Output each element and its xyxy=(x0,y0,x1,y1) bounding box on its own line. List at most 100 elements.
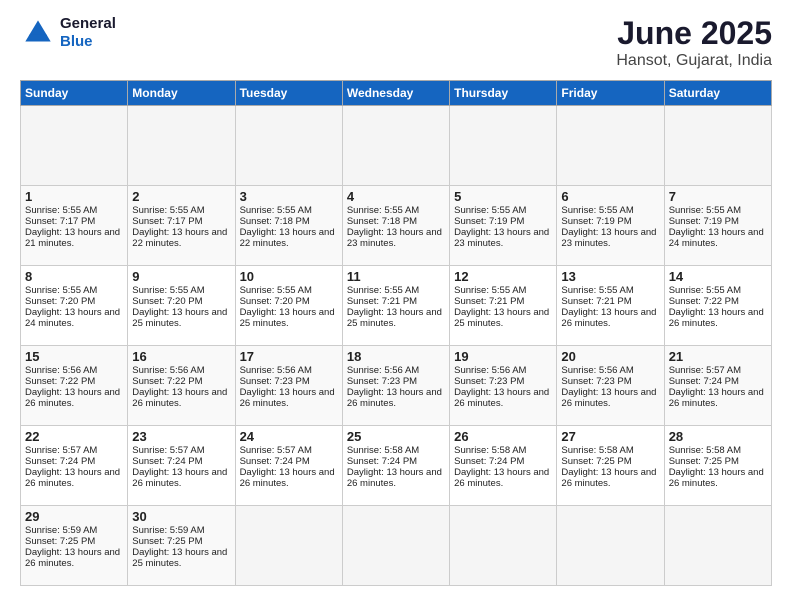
day-info: Sunrise: 5:56 AMSunset: 7:22 PMDaylight:… xyxy=(25,365,120,409)
day-number: 20 xyxy=(561,349,659,364)
day-cell: 19Sunrise: 5:56 AMSunset: 7:23 PMDayligh… xyxy=(450,346,557,426)
day-cell: 2Sunrise: 5:55 AMSunset: 7:17 PMDaylight… xyxy=(128,186,235,266)
day-number: 5 xyxy=(454,189,552,204)
day-cell: 10Sunrise: 5:55 AMSunset: 7:20 PMDayligh… xyxy=(235,266,342,346)
day-header-monday: Monday xyxy=(128,81,235,106)
day-number: 29 xyxy=(25,509,123,524)
day-number: 25 xyxy=(347,429,445,444)
page: General Blue June 2025 Hansot, Gujarat, … xyxy=(0,0,792,601)
day-cell: 27Sunrise: 5:58 AMSunset: 7:25 PMDayligh… xyxy=(557,426,664,506)
day-header-thursday: Thursday xyxy=(450,81,557,106)
logo-text: General Blue xyxy=(60,15,116,51)
day-cell: 20Sunrise: 5:56 AMSunset: 7:23 PMDayligh… xyxy=(557,346,664,426)
day-number: 27 xyxy=(561,429,659,444)
day-number: 1 xyxy=(25,189,123,204)
day-cell xyxy=(557,106,664,186)
week-row-4: 22Sunrise: 5:57 AMSunset: 7:24 PMDayligh… xyxy=(21,426,772,506)
day-info: Sunrise: 5:56 AMSunset: 7:23 PMDaylight:… xyxy=(347,365,442,409)
day-cell xyxy=(128,106,235,186)
calendar-table: SundayMondayTuesdayWednesdayThursdayFrid… xyxy=(20,80,772,586)
day-cell xyxy=(450,506,557,586)
day-number: 22 xyxy=(25,429,123,444)
day-info: Sunrise: 5:55 AMSunset: 7:19 PMDaylight:… xyxy=(669,205,764,249)
day-info: Sunrise: 5:55 AMSunset: 7:18 PMDaylight:… xyxy=(347,205,442,249)
day-cell xyxy=(21,106,128,186)
day-number: 23 xyxy=(132,429,230,444)
day-header-saturday: Saturday xyxy=(664,81,771,106)
day-info: Sunrise: 5:55 AMSunset: 7:20 PMDaylight:… xyxy=(240,285,335,329)
day-number: 17 xyxy=(240,349,338,364)
day-number: 6 xyxy=(561,189,659,204)
day-header-row: SundayMondayTuesdayWednesdayThursdayFrid… xyxy=(21,81,772,106)
day-info: Sunrise: 5:55 AMSunset: 7:22 PMDaylight:… xyxy=(669,285,764,329)
day-cell xyxy=(557,506,664,586)
day-cell: 25Sunrise: 5:58 AMSunset: 7:24 PMDayligh… xyxy=(342,426,449,506)
day-number: 3 xyxy=(240,189,338,204)
day-number: 11 xyxy=(347,269,445,284)
day-cell: 24Sunrise: 5:57 AMSunset: 7:24 PMDayligh… xyxy=(235,426,342,506)
day-cell: 8Sunrise: 5:55 AMSunset: 7:20 PMDaylight… xyxy=(21,266,128,346)
day-cell xyxy=(450,106,557,186)
day-info: Sunrise: 5:55 AMSunset: 7:19 PMDaylight:… xyxy=(454,205,549,249)
week-row-2: 8Sunrise: 5:55 AMSunset: 7:20 PMDaylight… xyxy=(21,266,772,346)
day-info: Sunrise: 5:58 AMSunset: 7:25 PMDaylight:… xyxy=(561,445,656,489)
day-info: Sunrise: 5:57 AMSunset: 7:24 PMDaylight:… xyxy=(132,445,227,489)
day-number: 28 xyxy=(669,429,767,444)
day-cell: 17Sunrise: 5:56 AMSunset: 7:23 PMDayligh… xyxy=(235,346,342,426)
day-header-sunday: Sunday xyxy=(21,81,128,106)
logo-icon xyxy=(20,15,56,51)
day-number: 14 xyxy=(669,269,767,284)
day-info: Sunrise: 5:55 AMSunset: 7:21 PMDaylight:… xyxy=(561,285,656,329)
day-info: Sunrise: 5:58 AMSunset: 7:24 PMDaylight:… xyxy=(347,445,442,489)
day-number: 2 xyxy=(132,189,230,204)
day-info: Sunrise: 5:57 AMSunset: 7:24 PMDaylight:… xyxy=(669,365,764,409)
day-cell: 16Sunrise: 5:56 AMSunset: 7:22 PMDayligh… xyxy=(128,346,235,426)
day-cell xyxy=(342,506,449,586)
day-cell: 30Sunrise: 5:59 AMSunset: 7:25 PMDayligh… xyxy=(128,506,235,586)
week-row-0 xyxy=(21,106,772,186)
day-cell: 26Sunrise: 5:58 AMSunset: 7:24 PMDayligh… xyxy=(450,426,557,506)
day-info: Sunrise: 5:59 AMSunset: 7:25 PMDaylight:… xyxy=(25,525,120,569)
day-number: 4 xyxy=(347,189,445,204)
day-cell xyxy=(664,506,771,586)
day-info: Sunrise: 5:58 AMSunset: 7:24 PMDaylight:… xyxy=(454,445,549,489)
day-cell: 15Sunrise: 5:56 AMSunset: 7:22 PMDayligh… xyxy=(21,346,128,426)
day-info: Sunrise: 5:55 AMSunset: 7:18 PMDaylight:… xyxy=(240,205,335,249)
day-cell xyxy=(664,106,771,186)
title-block: June 2025 Hansot, Gujarat, India xyxy=(616,15,772,70)
day-cell: 14Sunrise: 5:55 AMSunset: 7:22 PMDayligh… xyxy=(664,266,771,346)
day-number: 15 xyxy=(25,349,123,364)
day-cell: 5Sunrise: 5:55 AMSunset: 7:19 PMDaylight… xyxy=(450,186,557,266)
day-cell: 3Sunrise: 5:55 AMSunset: 7:18 PMDaylight… xyxy=(235,186,342,266)
day-cell: 22Sunrise: 5:57 AMSunset: 7:24 PMDayligh… xyxy=(21,426,128,506)
week-row-3: 15Sunrise: 5:56 AMSunset: 7:22 PMDayligh… xyxy=(21,346,772,426)
day-cell: 13Sunrise: 5:55 AMSunset: 7:21 PMDayligh… xyxy=(557,266,664,346)
day-number: 16 xyxy=(132,349,230,364)
day-info: Sunrise: 5:56 AMSunset: 7:23 PMDaylight:… xyxy=(240,365,335,409)
day-info: Sunrise: 5:55 AMSunset: 7:19 PMDaylight:… xyxy=(561,205,656,249)
day-cell: 9Sunrise: 5:55 AMSunset: 7:20 PMDaylight… xyxy=(128,266,235,346)
day-cell: 18Sunrise: 5:56 AMSunset: 7:23 PMDayligh… xyxy=(342,346,449,426)
day-cell: 7Sunrise: 5:55 AMSunset: 7:19 PMDaylight… xyxy=(664,186,771,266)
day-cell: 6Sunrise: 5:55 AMSunset: 7:19 PMDaylight… xyxy=(557,186,664,266)
day-info: Sunrise: 5:56 AMSunset: 7:23 PMDaylight:… xyxy=(454,365,549,409)
day-number: 26 xyxy=(454,429,552,444)
day-cell xyxy=(235,106,342,186)
day-cell xyxy=(235,506,342,586)
day-number: 13 xyxy=(561,269,659,284)
day-cell: 11Sunrise: 5:55 AMSunset: 7:21 PMDayligh… xyxy=(342,266,449,346)
day-number: 7 xyxy=(669,189,767,204)
day-info: Sunrise: 5:59 AMSunset: 7:25 PMDaylight:… xyxy=(132,525,227,569)
day-cell: 4Sunrise: 5:55 AMSunset: 7:18 PMDaylight… xyxy=(342,186,449,266)
day-cell: 1Sunrise: 5:55 AMSunset: 7:17 PMDaylight… xyxy=(21,186,128,266)
day-info: Sunrise: 5:58 AMSunset: 7:25 PMDaylight:… xyxy=(669,445,764,489)
day-number: 18 xyxy=(347,349,445,364)
day-info: Sunrise: 5:55 AMSunset: 7:17 PMDaylight:… xyxy=(25,205,120,249)
day-number: 12 xyxy=(454,269,552,284)
location-title: Hansot, Gujarat, India xyxy=(616,52,772,70)
day-info: Sunrise: 5:55 AMSunset: 7:17 PMDaylight:… xyxy=(132,205,227,249)
day-cell: 28Sunrise: 5:58 AMSunset: 7:25 PMDayligh… xyxy=(664,426,771,506)
day-info: Sunrise: 5:55 AMSunset: 7:20 PMDaylight:… xyxy=(25,285,120,329)
day-info: Sunrise: 5:57 AMSunset: 7:24 PMDaylight:… xyxy=(25,445,120,489)
logo: General Blue xyxy=(20,15,116,51)
